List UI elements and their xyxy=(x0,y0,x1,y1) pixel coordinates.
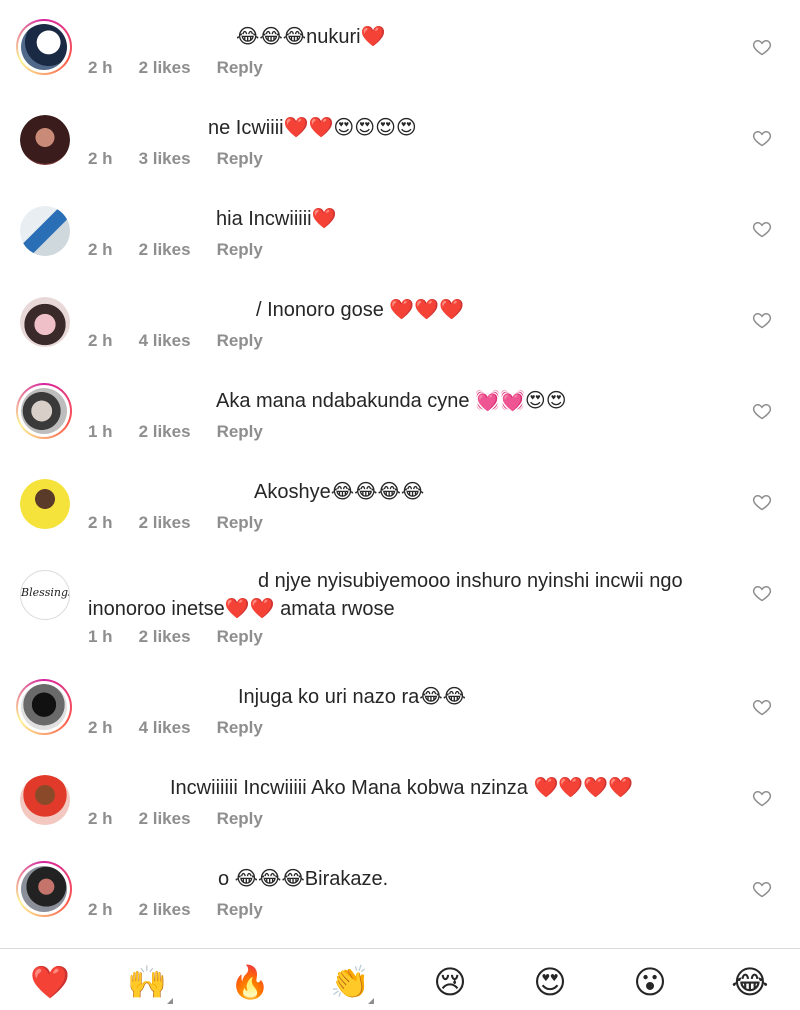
like-heart-icon[interactable] xyxy=(752,401,772,421)
avatar[interactable]: Blessings xyxy=(20,570,70,620)
like-heart-icon[interactable] xyxy=(752,697,772,717)
comment-time: 1 h xyxy=(88,422,113,441)
like-heart-icon[interactable] xyxy=(752,219,772,239)
comment-time: 2 h xyxy=(88,718,113,737)
like-heart-icon[interactable] xyxy=(752,492,772,512)
comment-likes[interactable]: 2 likes xyxy=(139,900,191,920)
comment-time: 2 h xyxy=(88,513,113,532)
avatar[interactable] xyxy=(16,19,72,75)
comment-text: hia Incwiiiii❤️ xyxy=(216,208,337,230)
comment-likes[interactable]: 2 likes xyxy=(139,627,191,647)
clapping-hands-emoji-button[interactable]: 👏 xyxy=(330,962,370,1002)
like-heart-icon[interactable] xyxy=(752,37,772,57)
avatar[interactable] xyxy=(20,479,70,529)
comment-text: 😂😂😂nukuri❤️ xyxy=(236,26,386,48)
reply-button[interactable]: Reply xyxy=(217,331,263,351)
avatar[interactable] xyxy=(16,383,72,439)
comment-likes[interactable]: 2 likes xyxy=(139,240,191,260)
avatar[interactable] xyxy=(20,115,70,165)
comment-likes[interactable]: 2 likes xyxy=(139,513,191,533)
comment-time: 2 h xyxy=(88,900,113,919)
reply-button[interactable]: Reply xyxy=(217,422,263,442)
emoji-reaction-bar: ❤️ 🙌 🔥 👏 😢 😍 😮 😂 xyxy=(0,950,800,1010)
comment-text: Incwiiiiii Incwiiiii Ako Mana kobwa nzin… xyxy=(170,777,634,799)
comment-likes[interactable]: 4 likes xyxy=(139,718,191,738)
comment-time: 1 h xyxy=(88,627,113,646)
divider xyxy=(0,948,800,949)
comment-likes[interactable]: 4 likes xyxy=(139,331,191,351)
like-heart-icon[interactable] xyxy=(752,788,772,808)
fire-emoji-button[interactable]: 🔥 xyxy=(230,962,270,1002)
like-heart-icon[interactable] xyxy=(752,128,772,148)
reply-button[interactable]: Reply xyxy=(217,149,263,169)
comment-time: 2 h xyxy=(88,331,113,350)
reply-button[interactable]: Reply xyxy=(217,718,263,738)
heart-eyes-emoji-button[interactable]: 😍 xyxy=(530,962,570,1002)
comment-time: 2 h xyxy=(88,149,113,168)
avatar[interactable] xyxy=(16,679,72,735)
reply-button[interactable]: Reply xyxy=(217,627,263,647)
reply-button[interactable]: Reply xyxy=(217,240,263,260)
comment-time: 2 h xyxy=(88,58,113,77)
comment-likes[interactable]: 2 likes xyxy=(139,58,191,78)
comment-text: / Inonoro gose ❤️❤️❤️ xyxy=(256,299,465,321)
reply-button[interactable]: Reply xyxy=(217,58,263,78)
comment-text: o 😂😂😂Birakaze. xyxy=(218,868,389,890)
skin-tone-indicator-icon xyxy=(368,998,374,1004)
comment-text: d njye nyisubiyemooo inshuro nyinshi inc… xyxy=(88,570,683,620)
avatar[interactable] xyxy=(20,297,70,347)
avatar[interactable] xyxy=(20,775,70,825)
comment-likes[interactable]: 2 likes xyxy=(139,809,191,829)
like-heart-icon[interactable] xyxy=(752,310,772,330)
reply-button[interactable]: Reply xyxy=(217,900,263,920)
comment-time: 2 h xyxy=(88,240,113,259)
comment-time: 2 h xyxy=(88,809,113,828)
comment-text: Injuga ko uri nazo ra😂😂 xyxy=(238,686,466,708)
avatar[interactable] xyxy=(20,206,70,256)
reply-button[interactable]: Reply xyxy=(217,809,263,829)
laughing-tears-emoji-button[interactable]: 😂 xyxy=(730,962,770,1002)
comment-text: ne Icwiiii❤️❤️😍😍😍😍 xyxy=(208,117,417,139)
surprised-face-emoji-button[interactable]: 😮 xyxy=(630,962,670,1002)
comment-likes[interactable]: 3 likes xyxy=(139,149,191,169)
crying-face-emoji-button[interactable]: 😢 xyxy=(430,962,470,1002)
skin-tone-indicator-icon xyxy=(167,998,173,1004)
heart-emoji-button[interactable]: ❤️ xyxy=(30,962,70,1002)
like-heart-icon[interactable] xyxy=(752,879,772,899)
comment-likes[interactable]: 2 likes xyxy=(139,422,191,442)
avatar[interactable] xyxy=(16,861,72,917)
comment-text: Aka mana ndabakunda cyne 💓💓😍😍 xyxy=(216,390,567,412)
like-heart-icon[interactable] xyxy=(752,583,772,603)
blessings-logo: Blessings xyxy=(21,586,70,599)
comment-text: Akoshye😂😂😂😂 xyxy=(254,481,425,503)
raised-hands-emoji-button[interactable]: 🙌 xyxy=(127,962,167,1002)
reply-button[interactable]: Reply xyxy=(217,513,263,533)
